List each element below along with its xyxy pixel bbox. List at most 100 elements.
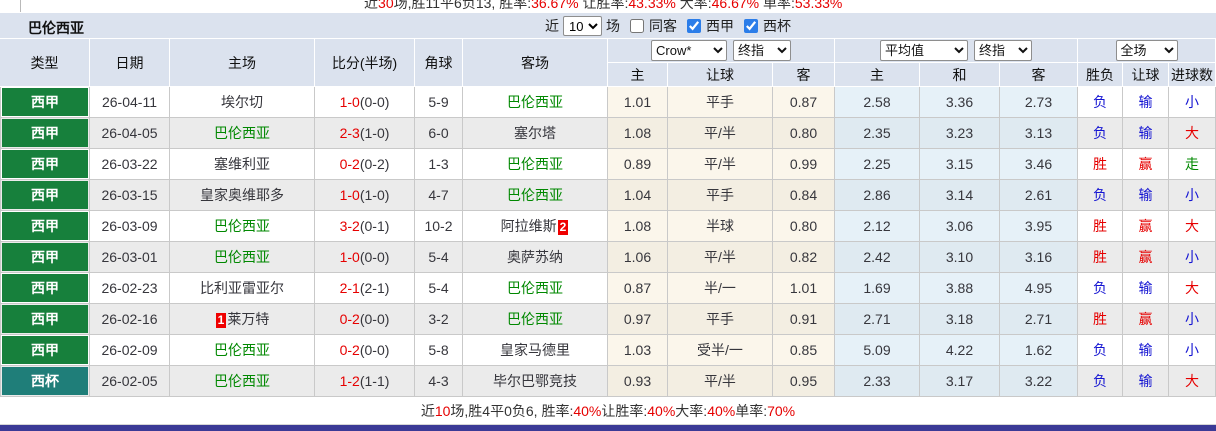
handicap-cell: 平/半 bbox=[668, 149, 773, 180]
euro-away-odds-cell: 3.22 bbox=[1000, 366, 1078, 397]
score-cell: 1-0 (1-0) bbox=[315, 180, 415, 211]
table-row: 西杯 26-02-05 巴伦西亚 1-2 (1-1) 4-3 毕尔巴鄂竞技 0.93 平/半 0.… bbox=[0, 366, 1216, 397]
team-name-link[interactable]: 阿拉维斯 2 bbox=[501, 216, 570, 236]
col-header-score: 比分(半场) bbox=[315, 39, 415, 87]
team-name-link[interactable]: 巴伦西亚 bbox=[214, 216, 270, 236]
odds-source-select[interactable]: Crow* bbox=[651, 40, 727, 61]
table-row: 西甲 26-02-23 比利亚雷亚尔 2-1 (2-1) 5-4 巴伦西亚 0.87 半/一 1.… bbox=[0, 273, 1216, 304]
goals-result-cell: 小 bbox=[1169, 304, 1216, 335]
team-name-link[interactable]: 1 莱万特 bbox=[215, 309, 269, 329]
euro-draw-odds-cell: 3.17 bbox=[920, 366, 1000, 397]
europe-time-select[interactable]: 终指 bbox=[974, 40, 1032, 61]
verdict-text: 赢 bbox=[1138, 218, 1153, 234]
fulltime-score: 0-2 bbox=[339, 156, 360, 172]
col-header-away: 客场 bbox=[463, 39, 608, 87]
away-team-cell: 奥萨苏纳 bbox=[463, 242, 608, 273]
col-header-type: 类型 bbox=[0, 39, 90, 87]
team-name-link[interactable]: 奥萨苏纳 bbox=[507, 247, 563, 267]
euro-away-odds-cell: 3.46 bbox=[1000, 149, 1078, 180]
rank-badge: 1 bbox=[215, 313, 227, 328]
verdict-text: 赢 bbox=[1138, 156, 1153, 172]
competition-badge: 西甲 bbox=[2, 88, 88, 116]
team-name-link[interactable]: 皇家奥维耶多 bbox=[200, 185, 284, 205]
team-name-link[interactable]: 巴伦西亚 bbox=[507, 154, 563, 174]
team-name-link[interactable]: 塞维利亚 bbox=[214, 154, 270, 174]
match-type-cell: 西甲 bbox=[0, 149, 90, 180]
stats-summary: 近 10 场,胜4平0负6, 胜率: 40% 让胜率: 40% 大率: 40% 单率: 70… bbox=[0, 397, 1216, 425]
verdict-text: 负 bbox=[1093, 94, 1107, 110]
team-name-link[interactable]: 巴伦西亚 bbox=[214, 247, 270, 267]
score-cell: 3-2 (0-1) bbox=[315, 211, 415, 242]
team-name-link[interactable]: 毕尔巴鄂竞技 bbox=[493, 371, 577, 391]
asian-away-odds-cell: 0.85 bbox=[773, 335, 835, 366]
score-cell: 0-2 (0-0) bbox=[315, 304, 415, 335]
goals-result-cell: 小 bbox=[1169, 87, 1216, 118]
match-count-select[interactable]: 10 bbox=[563, 16, 602, 36]
team-name-link[interactable]: 皇家马德里 bbox=[500, 340, 570, 360]
team-name-link[interactable]: 巴伦西亚 bbox=[507, 185, 563, 205]
halftime-score: (0-0) bbox=[359, 342, 390, 358]
verdict-text: 小 bbox=[1185, 187, 1199, 203]
asian-home-odds-cell: 1.08 bbox=[608, 211, 668, 242]
team-name-link[interactable]: 巴伦西亚 bbox=[214, 340, 270, 360]
result-cell: 胜 bbox=[1078, 304, 1123, 335]
scope-select[interactable]: 全场 bbox=[1115, 40, 1178, 61]
liga-filter-checkbox[interactable] bbox=[687, 19, 701, 33]
handicap-result-cell: 输 bbox=[1123, 118, 1169, 149]
team-name-link[interactable]: 塞尔塔 bbox=[514, 123, 556, 143]
euro-home-odds-cell: 1.69 bbox=[835, 273, 920, 304]
euro-draw-odds-cell: 3.36 bbox=[920, 87, 1000, 118]
summary-segment: 46.67% bbox=[711, 0, 760, 11]
verdict-text: 赢 bbox=[1138, 311, 1153, 327]
team-name-link[interactable]: 埃尔切 bbox=[221, 92, 263, 112]
halftime-score: (1-1) bbox=[359, 373, 390, 389]
summary-segment: 36.67% bbox=[531, 0, 579, 11]
away-team-cell: 塞尔塔 bbox=[463, 118, 608, 149]
summary-segment: 30 bbox=[378, 0, 394, 11]
col-header-asian-home: 主 bbox=[608, 63, 668, 87]
team-name-link[interactable]: 巴伦西亚 bbox=[507, 309, 563, 329]
team-name-link[interactable]: 巴伦西亚 bbox=[507, 92, 563, 112]
asian-away-odds-cell: 0.95 bbox=[773, 366, 835, 397]
euro-away-odds-cell: 3.95 bbox=[1000, 211, 1078, 242]
odds-time-select[interactable]: 终指 bbox=[733, 40, 791, 61]
corners-cell: 5-8 bbox=[415, 335, 463, 366]
match-date-cell: 26-02-16 bbox=[90, 304, 170, 335]
verdict-text: 赢 bbox=[1138, 249, 1153, 265]
score-cell: 0-2 (0-2) bbox=[315, 149, 415, 180]
corners-cell: 4-3 bbox=[415, 366, 463, 397]
away-team-cell: 皇家马德里 bbox=[463, 335, 608, 366]
table-border-stub bbox=[20, 0, 21, 12]
team-name-link[interactable]: 巴伦西亚 bbox=[214, 371, 270, 391]
asian-home-odds-cell: 0.97 bbox=[608, 304, 668, 335]
handicap-result-cell: 赢 bbox=[1123, 149, 1169, 180]
filter-controls: 近 10 场 同客 西甲 西杯 bbox=[545, 15, 791, 37]
same-venue-checkbox[interactable] bbox=[630, 19, 644, 33]
result-cell: 胜 bbox=[1078, 149, 1123, 180]
asian-home-odds-cell: 1.06 bbox=[608, 242, 668, 273]
verdict-text: 大 bbox=[1185, 125, 1199, 141]
handicap-cell: 平手 bbox=[668, 304, 773, 335]
summary-segment: 场,胜11平6负13, 胜率: bbox=[393, 0, 532, 11]
team-name-link[interactable]: 巴伦西亚 bbox=[507, 278, 563, 298]
team-name-link[interactable]: 巴伦西亚 bbox=[214, 123, 270, 143]
verdict-text: 胜 bbox=[1093, 218, 1107, 234]
cup-filter-checkbox[interactable] bbox=[744, 19, 758, 33]
home-team-cell: 巴伦西亚 bbox=[170, 118, 315, 149]
col-header-home: 主场 bbox=[170, 39, 315, 87]
corners-cell: 5-4 bbox=[415, 242, 463, 273]
team-name-title: 巴伦西亚 bbox=[28, 20, 84, 36]
euro-home-odds-cell: 2.25 bbox=[835, 149, 920, 180]
corners-cell: 3-2 bbox=[415, 304, 463, 335]
asian-odds-selector-group: Crow* 终指 bbox=[608, 39, 835, 63]
euro-draw-odds-cell: 3.18 bbox=[920, 304, 1000, 335]
team-name-link[interactable]: 比利亚雷亚尔 bbox=[200, 278, 284, 298]
table-header: 类型 日期 主场 比分(半场) 角球 客场 Crow* 终指 平均值 终指 全场… bbox=[0, 39, 1216, 87]
handicap-result-cell: 赢 bbox=[1123, 304, 1169, 335]
away-team-cell: 毕尔巴鄂竞技 bbox=[463, 366, 608, 397]
match-type-cell: 西甲 bbox=[0, 273, 90, 304]
halftime-score: (0-0) bbox=[359, 249, 390, 265]
europe-mode-select[interactable]: 平均值 bbox=[880, 40, 968, 61]
match-type-cell: 西甲 bbox=[0, 335, 90, 366]
euro-home-odds-cell: 2.42 bbox=[835, 242, 920, 273]
